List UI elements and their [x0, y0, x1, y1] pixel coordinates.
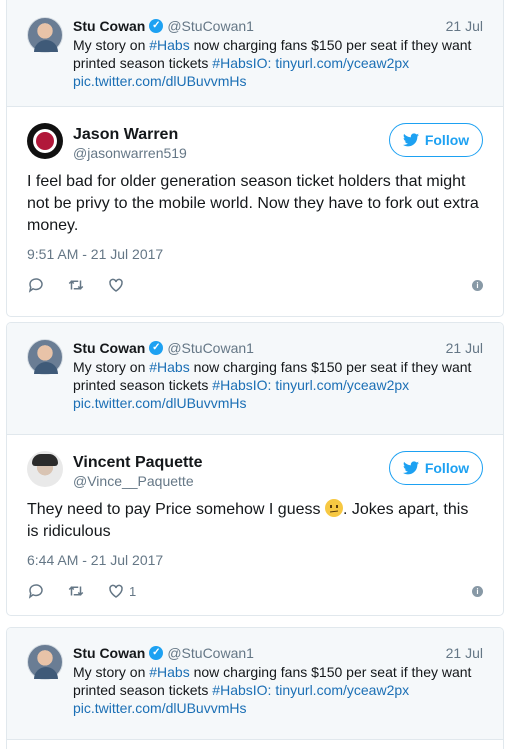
verified-badge-icon: ✓	[149, 646, 164, 660]
hashtag-link[interactable]: #Habs	[149, 359, 189, 375]
url-link[interactable]: tinyurl.com/yceaw2px	[275, 377, 409, 393]
hashtag-link[interactable]: #HabsIO	[212, 377, 267, 393]
quoted-text-part: My story on	[73, 37, 150, 53]
pic-link[interactable]: pic.twitter.com/dlUBuvvmHs	[73, 395, 246, 411]
quoted-date[interactable]: 21 Jul	[446, 645, 483, 661]
tweet-card-partial: Stu Cowan ✓ @StuCowan1 21 Jul My story o…	[6, 627, 504, 749]
like-button[interactable]	[107, 276, 129, 294]
follow-label: Follow	[424, 132, 470, 148]
reply-icon	[28, 278, 43, 293]
pic-link[interactable]: pic.twitter.com/dlUBuvvmHs	[73, 73, 246, 89]
avatar[interactable]	[27, 17, 63, 53]
follow-label: Follow	[424, 460, 470, 476]
verified-badge-icon: ✓	[149, 341, 164, 355]
retweet-button[interactable]	[67, 276, 85, 294]
quoted-text-part: My story on	[73, 664, 150, 680]
confused-face-emoji-icon	[324, 499, 343, 517]
twitter-bird-icon	[402, 133, 419, 147]
like-count: 1	[129, 583, 137, 599]
pic-link[interactable]: pic.twitter.com/dlUBuvvmHs	[73, 700, 246, 716]
avatar[interactable]	[27, 339, 63, 375]
url-link[interactable]: tinyurl.com/yceaw2px	[275, 55, 409, 71]
quoted-author-name[interactable]: Stu Cowan	[73, 645, 145, 661]
like-button[interactable]: 1	[107, 582, 136, 600]
follow-button[interactable]: Follow	[389, 451, 483, 485]
info-icon[interactable]: i	[472, 585, 483, 597]
reply-text-part: They need to pay Price somehow I guess	[27, 501, 325, 518]
reply-button[interactable]	[27, 276, 45, 294]
quoted-author-name[interactable]: Stu Cowan	[73, 340, 145, 356]
quoted-date[interactable]: 21 Jul	[446, 18, 483, 34]
quoted-author-name[interactable]: Stu Cowan	[73, 18, 145, 34]
reply-icon	[28, 584, 43, 599]
tweet-card-vincent: Stu Cowan ✓ @StuCowan1 21 Jul My story o…	[6, 322, 504, 616]
reply-timestamp[interactable]: 9:51 AM - 21 Jul 2017	[27, 245, 483, 263]
retweet-icon	[68, 280, 84, 290]
avatar[interactable]	[27, 123, 63, 159]
reply-timestamp[interactable]: 6:44 AM - 21 Jul 2017	[27, 551, 483, 569]
twitter-bird-icon	[402, 461, 419, 475]
heart-icon	[109, 584, 123, 598]
action-bar: i	[27, 275, 483, 295]
avatar[interactable]	[27, 451, 63, 487]
verified-badge-icon: ✓	[149, 19, 164, 33]
reply-tweet: Jason Warren @jasonwarren519 Follow I fe…	[7, 107, 503, 295]
reply-tweet: Vincent Paquette @Vince__Paquette Follow…	[7, 435, 503, 601]
hashtag-link[interactable]: #HabsIO	[212, 682, 267, 698]
hashtag-link[interactable]: #Habs	[149, 37, 189, 53]
quoted-tweet[interactable]: Stu Cowan ✓ @StuCowan1 21 Jul My story o…	[7, 323, 503, 435]
retweet-icon	[68, 586, 84, 596]
quoted-text: My story on #Habs now charging fans $150…	[73, 358, 483, 412]
url-link[interactable]: tinyurl.com/yceaw2px	[275, 682, 409, 698]
reply-button[interactable]	[27, 582, 45, 600]
quoted-tweet[interactable]: Stu Cowan ✓ @StuCowan1 21 Jul My story o…	[7, 0, 503, 107]
avatar[interactable]	[27, 644, 63, 680]
follow-button[interactable]: Follow	[389, 123, 483, 157]
quoted-text-part: My story on	[73, 359, 150, 375]
hashtag-link[interactable]: #Habs	[149, 664, 189, 680]
reply-text: They need to pay Price somehow I guess .…	[27, 499, 483, 543]
reply-text: I feel bad for older generation season t…	[27, 173, 479, 234]
quoted-date[interactable]: 21 Jul	[446, 340, 483, 356]
quoted-text: My story on #Habs now charging fans $150…	[73, 36, 483, 90]
retweet-button[interactable]	[67, 582, 85, 600]
quoted-author-handle[interactable]: @StuCowan1	[167, 340, 254, 356]
heart-icon	[109, 278, 123, 292]
quoted-tweet[interactable]: Stu Cowan ✓ @StuCowan1 21 Jul My story o…	[7, 628, 503, 740]
quoted-author-handle[interactable]: @StuCowan1	[167, 645, 254, 661]
action-bar: 1 i	[27, 581, 483, 601]
quoted-text: My story on #Habs now charging fans $150…	[73, 663, 483, 717]
quoted-author-handle[interactable]: @StuCowan1	[167, 18, 254, 34]
info-icon[interactable]: i	[472, 279, 483, 291]
tweet-card-jason: Stu Cowan ✓ @StuCowan1 21 Jul My story o…	[6, 0, 504, 317]
hashtag-link[interactable]: #HabsIO	[212, 55, 267, 71]
